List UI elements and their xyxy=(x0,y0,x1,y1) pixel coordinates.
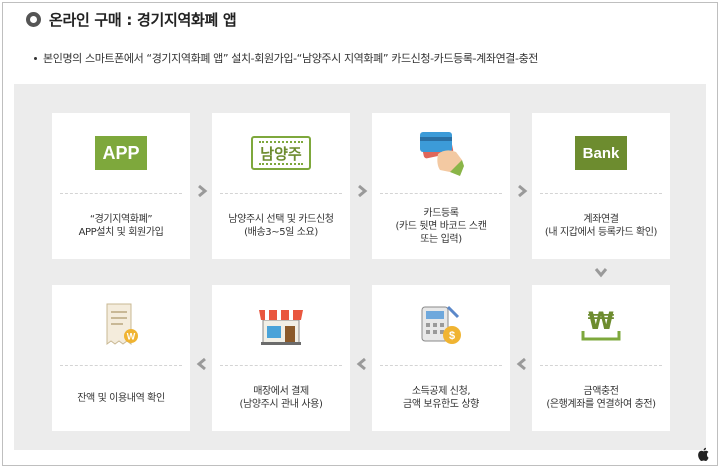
step-card-card-apply: 남양주 남양주시 선택 및 카드신청 (배송3~5일 소요) xyxy=(212,113,350,259)
description-line: 본인명의 스마트폰에서 “경기지역화폐 앱” 설치-회원가입-“남양주시 지역화… xyxy=(34,50,538,66)
bullet-ring-icon xyxy=(26,11,41,27)
coin-dollar-label: $ xyxy=(449,330,455,342)
step-caption-line: APP설치 및 회원가입 xyxy=(78,227,164,238)
step-caption-line: 잔액 및 이용내역 확인 xyxy=(77,392,165,404)
step-card-store-payment: 매장에서 결제 (남양주시 관내 사용) xyxy=(212,285,350,431)
step-caption-line: (카드 뒷면 바코드 스캔 xyxy=(395,220,487,232)
step-caption-line: 계좌연결 xyxy=(583,214,619,225)
step-caption-line: 남양주시 선택 및 카드신청 xyxy=(228,214,334,225)
step-caption: “경기지역화폐” APP설치 및 회원가입 xyxy=(56,193,186,259)
chevron-right-icon xyxy=(198,184,208,198)
app-icon: APP xyxy=(95,136,147,170)
step-caption-line: (은행계좌를 연결하여 충전) xyxy=(546,399,656,410)
chevron-left-icon xyxy=(356,357,366,371)
step-card-account-link: Bank 계좌연결 (내 지갑에서 등록카드 확인) xyxy=(532,113,670,259)
process-panel: APP “경기지역화폐” APP설치 및 회원가입 남양주 남양주시 선택 및 … xyxy=(14,84,706,450)
step-caption: 계좌연결 (내 지갑에서 등록카드 확인) xyxy=(536,193,666,259)
chevron-right-icon xyxy=(518,184,528,198)
bullet-dot-icon xyxy=(34,56,37,60)
store-icon xyxy=(259,310,303,345)
won-icon: ₩ xyxy=(581,307,621,341)
step-caption-line: (배송3~5일 소요) xyxy=(244,227,318,238)
step-card-balance-check: W 잔액 및 이용내역 확인 xyxy=(52,285,190,431)
step-caption-line: 또는 입력) xyxy=(420,233,462,245)
card-hand-icon xyxy=(420,132,464,176)
step-caption-line: (남양주시 관내 사용) xyxy=(239,399,323,410)
chevron-left-icon xyxy=(516,357,526,371)
step-caption: 잔액 및 이용내역 확인 xyxy=(56,365,186,431)
step-card-charge: ₩ 금액충전 (은행계좌를 연결하여 충전) xyxy=(532,285,670,431)
step-caption: 카드등록 (카드 뒷면 바코드 스캔 또는 입력) xyxy=(376,193,506,259)
step-caption-line: 금액 보유한도 상향 xyxy=(403,399,479,410)
step-caption-line: 금액충전 xyxy=(583,386,619,397)
receipt-icon: W xyxy=(106,303,138,345)
step-caption: 금액충전 (은행계좌를 연결하여 충전) xyxy=(536,365,666,431)
coupon-w-label: W xyxy=(127,332,136,342)
apple-logo-icon xyxy=(698,447,709,461)
step-caption-line: 카드등록 xyxy=(423,207,459,219)
step-caption: 매장에서 결제 (남양주시 관내 사용) xyxy=(216,365,346,431)
step-caption-line: 매장에서 결제 xyxy=(253,386,309,397)
step-card-card-register: 카드등록 (카드 뒷면 바코드 스캔 또는 입력) xyxy=(372,113,510,259)
step-caption: 소득공제 신청, 금액 보유한도 상향 xyxy=(376,365,506,431)
chevron-left-icon xyxy=(196,357,206,371)
calculator-coin-icon: $ xyxy=(421,305,461,344)
namyangju-icon: 남양주 xyxy=(251,136,311,170)
chevron-right-icon xyxy=(358,184,368,198)
section-header: 온라인 구매 : 경기지역화폐 앱 xyxy=(26,8,237,30)
bank-icon: Bank xyxy=(575,136,627,170)
section-title: 온라인 구매 : 경기지역화폐 앱 xyxy=(49,10,237,29)
description-text: 본인명의 스마트폰에서 “경기지역화폐 앱” 설치-회원가입-“남양주시 지역화… xyxy=(43,52,539,65)
step-caption-line: (내 지갑에서 등록카드 확인) xyxy=(544,227,658,238)
step-caption-line: 소득공제 신청, xyxy=(411,386,471,397)
step-caption-line: “경기지역화폐” xyxy=(89,214,153,225)
step-card-tax-deduction: $ 소득공제 신청, 금액 보유한도 상향 xyxy=(372,285,510,431)
won-symbol: ₩ xyxy=(588,307,615,335)
step-caption: 남양주시 선택 및 카드신청 (배송3~5일 소요) xyxy=(216,193,346,259)
step-card-app-install: APP “경기지역화폐” APP설치 및 회원가입 xyxy=(52,113,190,259)
chevron-down-icon xyxy=(594,268,608,278)
